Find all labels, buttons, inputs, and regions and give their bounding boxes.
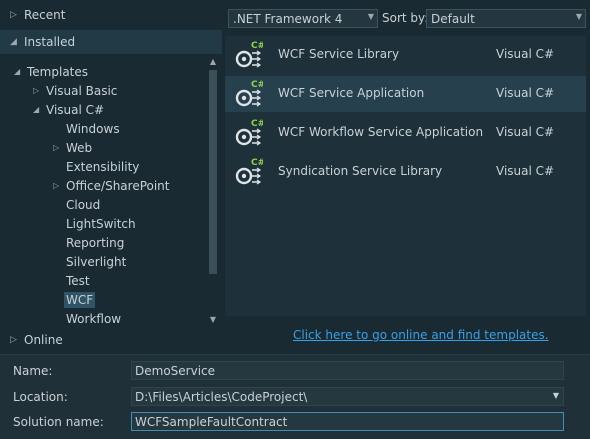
name-field-value: DemoService (135, 363, 216, 378)
tree-item-label: Test (66, 273, 90, 288)
section-recent-label: Recent (24, 8, 66, 22)
scroll-up-icon[interactable]: ▲ (206, 56, 220, 68)
framework-select[interactable]: .NET Framework 4 ▼ (228, 9, 378, 28)
chevron-down-icon[interactable]: ▼ (553, 391, 559, 400)
scroll-down-icon[interactable]: ▼ (206, 314, 220, 326)
tree-item-label: Workflow (66, 311, 122, 324)
tree-item[interactable]: Extensibility (53, 157, 139, 176)
tree-item[interactable]: ◢ Templates (14, 62, 88, 81)
tree-scrollbar[interactable]: ▲ ▼ (206, 56, 220, 326)
online-templates-link[interactable]: Click here to go online and find templat… (293, 328, 549, 342)
chevron-down-icon: ▼ (575, 12, 582, 21)
sort-select-value: Default (431, 11, 475, 26)
tree-item-label: Extensibility (66, 159, 140, 174)
wcf-service-icon: C# (235, 158, 263, 185)
tree-item-label: Visual Basic (46, 83, 118, 98)
tree-item[interactable]: Workflow (53, 309, 122, 324)
tree-item-label: Office/SharePoint (66, 178, 170, 193)
tree-item[interactable]: Windows (53, 119, 120, 138)
solution-name-field-value: WCFSampleFaultContract (135, 414, 288, 429)
section-installed-label: Installed (24, 35, 76, 49)
template-name: WCF Service Application (278, 86, 425, 100)
template-item[interactable]: C# WCF Service Application Visual C# (225, 76, 586, 112)
section-online-label: Online (24, 333, 63, 347)
solution-name-label: Solution name: (13, 415, 104, 429)
template-item[interactable]: C# WCF Workflow Service Application Visual… (225, 115, 586, 151)
tree-item[interactable]: ▷ Web (53, 138, 92, 157)
template-language: Visual C# (496, 125, 555, 139)
tree-item-label: Windows (66, 121, 120, 136)
csharp-badge: C# (251, 119, 263, 129)
section-installed[interactable]: ◢ Installed (0, 30, 222, 54)
sort-select[interactable]: Default ▼ (426, 9, 586, 28)
expand-right-icon[interactable]: ▷ (33, 86, 46, 95)
template-tree: ◢ Templates ▷ Visual Basic ◢ Visual C# Windows… (0, 60, 206, 324)
left-pane: ▷ Recent ◢ Installed ◢ Templates ▷ Visual B… (0, 0, 222, 353)
project-form: Name: DemoService Location: D:\Files\Art… (0, 354, 590, 439)
sort-by-label: Sort by: (382, 11, 429, 25)
tree-item[interactable]: ◢ Visual C# (33, 100, 104, 119)
collapse-down-icon[interactable]: ◢ (14, 67, 27, 76)
name-label: Name: (13, 364, 53, 378)
solution-name-field[interactable]: WCFSampleFaultContract (131, 412, 564, 431)
wcf-service-icon: C# (235, 41, 263, 68)
location-field[interactable]: D:\Files\Articles\CodeProject\ ▼ (131, 387, 564, 406)
section-online[interactable]: ▷ Online (0, 328, 222, 352)
collapse-down-icon[interactable]: ◢ (33, 105, 46, 114)
tree-item-label: LightSwitch (66, 216, 136, 231)
tree-item-label: Templates (27, 64, 89, 79)
tree-item[interactable]: ▷ Office/SharePoint (53, 176, 170, 195)
template-language: Visual C# (496, 164, 555, 178)
tree-item[interactable]: WCF (53, 290, 96, 309)
template-toolbar: .NET Framework 4 ▼ Sort by: Default ▼ (228, 9, 586, 29)
collapse-down-icon: ◢ (10, 37, 17, 47)
expand-right-icon[interactable]: ▷ (53, 143, 66, 152)
location-label: Location: (13, 390, 68, 404)
tree-item[interactable]: LightSwitch (53, 214, 136, 233)
name-field[interactable]: DemoService (131, 361, 564, 380)
template-list: C# WCF Service Library Visual C# C# WCF Serv… (225, 36, 586, 316)
tree-item[interactable]: Cloud (53, 195, 100, 214)
tree-item-label: Web (66, 140, 93, 155)
expand-right-icon: ▷ (10, 335, 17, 345)
chevron-down-icon: ▼ (367, 12, 374, 21)
template-item[interactable]: C# Syndication Service Library Visual C# (225, 154, 586, 190)
template-language: Visual C# (496, 86, 555, 100)
csharp-badge: C# (251, 41, 263, 51)
framework-select-value: .NET Framework 4 (233, 11, 343, 26)
tree-item[interactable]: Silverlight (53, 252, 126, 271)
wcf-service-icon: C# (235, 119, 263, 146)
section-recent[interactable]: ▷ Recent (0, 3, 222, 27)
tree-item[interactable]: Reporting (53, 233, 124, 252)
tree-item[interactable]: Test (53, 271, 90, 290)
csharp-badge: C# (251, 80, 263, 90)
template-item[interactable]: C# WCF Service Library Visual C# (225, 37, 586, 73)
tree-item[interactable]: ▷ Visual Basic (33, 81, 117, 100)
template-name: WCF Workflow Service Application (278, 125, 484, 139)
expand-right-icon[interactable]: ▷ (53, 181, 66, 190)
template-language: Visual C# (496, 47, 555, 61)
location-field-value: D:\Files\Articles\CodeProject\ (135, 389, 308, 404)
tree-item-label: Visual C# (46, 102, 105, 117)
tree-item-label: Cloud (66, 197, 101, 212)
csharp-badge: C# (251, 158, 263, 168)
tree-item-label: Reporting (66, 235, 125, 250)
tree-item-label: WCF (64, 291, 96, 308)
expand-right-icon: ▷ (10, 10, 17, 20)
tree-item-label: Silverlight (66, 254, 127, 269)
template-name: WCF Service Library (278, 47, 400, 61)
wcf-service-icon: C# (235, 80, 263, 107)
scroll-thumb[interactable] (209, 70, 217, 274)
template-name: Syndication Service Library (278, 164, 443, 178)
